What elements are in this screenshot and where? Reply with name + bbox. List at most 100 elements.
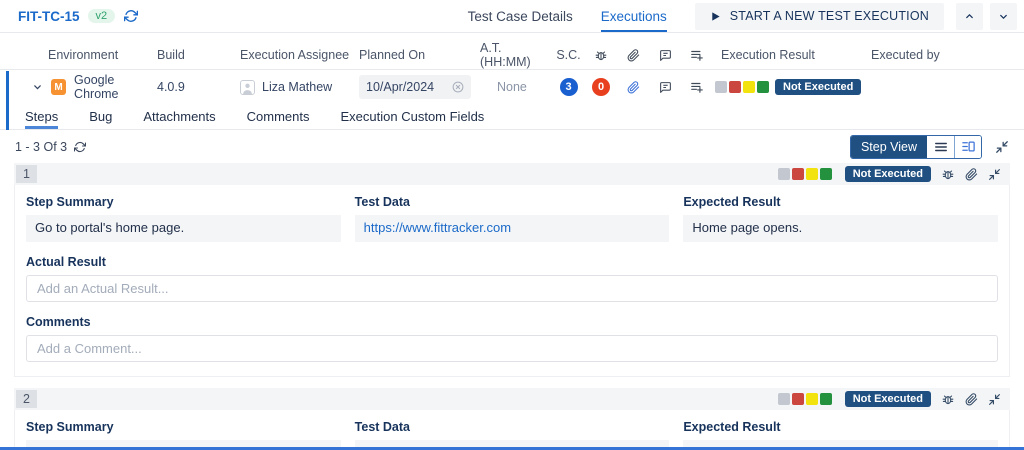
cell-assignee[interactable]: Liza Mathew	[240, 79, 359, 95]
tab-executions[interactable]: Executions	[601, 0, 667, 32]
step-1-header[interactable]: 1 Not Executed	[14, 163, 1010, 185]
step-1-status-badge: Not Executed	[844, 166, 931, 182]
step-bug-icon[interactable]	[941, 167, 955, 181]
column-step-count: S.C.	[556, 48, 581, 62]
status-color-squares	[715, 81, 769, 93]
step-collapse-icon[interactable]	[988, 393, 1001, 406]
tab-steps[interactable]: Steps	[25, 104, 58, 129]
steps-list: 1 Not Executed Step Summary Go to portal…	[0, 163, 1024, 450]
top-bar: FIT-TC-15 v2 Test Case Details Execution…	[0, 0, 1024, 33]
field-expected-result: Expected Result Valid Username!	[683, 420, 998, 450]
step-count-badge: 3	[559, 78, 578, 96]
status-square-fail[interactable]	[791, 168, 804, 180]
comment-input[interactable]	[26, 335, 998, 362]
tab-attachments[interactable]: Attachments	[143, 104, 215, 129]
status-square-pass[interactable]	[819, 393, 832, 405]
defect-count-badge: 0	[592, 78, 610, 96]
field-test-data: Test Data Usernamae: Sample_user	[354, 420, 670, 450]
status-square-wip[interactable]	[805, 168, 818, 180]
tab-test-case-details[interactable]: Test Case Details	[468, 0, 573, 32]
step-view-toggle: Step View	[849, 134, 982, 159]
step-bug-icon[interactable]	[941, 392, 955, 406]
row-attachment-icon[interactable]	[617, 80, 649, 94]
start-new-test-execution-button[interactable]: START A NEW TEST EXECUTION	[694, 2, 944, 30]
column-build: Build	[157, 48, 185, 62]
expected-result-value[interactable]: Home page opens.	[683, 215, 998, 242]
steps-refresh-icon[interactable]	[74, 141, 87, 153]
start-button-label: START A NEW TEST EXECUTION	[729, 9, 929, 23]
execution-result-badge: Not Executed	[775, 79, 862, 95]
collapse-all-icon[interactable]	[995, 140, 1009, 154]
cell-execution-result[interactable]: Not Executed	[713, 79, 863, 95]
step-attachment-icon[interactable]	[965, 392, 978, 406]
step-status-color-squares	[777, 393, 832, 405]
column-comment-icon	[649, 49, 681, 62]
test-data-label: Test Data	[354, 420, 410, 434]
cell-actual-time[interactable]: None	[480, 80, 552, 94]
step-attachment-icon[interactable]	[965, 167, 978, 181]
status-square-unexecuted[interactable]	[777, 168, 790, 180]
cell-environment: M Google Chrome	[48, 73, 157, 101]
step-view-label: Step View	[850, 135, 927, 158]
collapse-down-button[interactable]	[990, 2, 1017, 30]
step-summary-value[interactable]: Go to portal's home page.	[26, 215, 341, 242]
actual-result-label: Actual Result	[26, 255, 106, 269]
row-comment-icon[interactable]	[649, 81, 681, 94]
status-square-fail[interactable]	[791, 393, 804, 405]
tab-execution-custom-fields[interactable]: Execution Custom Fields	[341, 104, 485, 129]
split-view-button[interactable]	[954, 135, 981, 158]
status-square-pass	[757, 81, 769, 93]
expected-result-label: Expected Result	[683, 420, 781, 434]
test-case-id: FIT-TC-15	[18, 8, 80, 24]
version-badge: v2	[87, 9, 116, 23]
step-2-fields: Step Summary Enter the correct username.…	[26, 420, 998, 450]
status-square-unexecuted[interactable]	[777, 393, 790, 405]
person-icon	[240, 79, 255, 95]
step-1-body: Step Summary Go to portal's home page. T…	[14, 185, 1010, 377]
expected-result-label: Expected Result	[683, 195, 781, 209]
column-add-step-icon	[681, 48, 713, 62]
environment-avatar: M	[51, 79, 67, 95]
step-1-fields: Step Summary Go to portal's home page. T…	[26, 195, 998, 242]
column-planned-on: Planned On	[359, 48, 426, 62]
test-data-value[interactable]: https://www.fittracker.com	[354, 215, 670, 242]
clear-date-icon[interactable]	[452, 81, 464, 93]
status-square-fail	[729, 81, 741, 93]
step-collapse-icon[interactable]	[988, 168, 1001, 181]
list-view-button[interactable]	[927, 135, 954, 158]
step-card-2: 2 Not Executed Step Summary Test Data Ex…	[14, 388, 1010, 450]
column-environment: Environment	[48, 48, 119, 62]
column-execution-result: Execution Result	[721, 48, 815, 62]
step-card-1: 1 Not Executed Step Summary Go to portal…	[14, 163, 1010, 377]
expanded-row-accent	[6, 71, 9, 130]
collapse-up-button[interactable]	[956, 2, 983, 30]
step-2-status-badge: Not Executed	[844, 391, 931, 407]
cell-step-count: 3	[552, 78, 585, 96]
step-1-number: 1	[16, 165, 37, 183]
refresh-icon[interactable]	[124, 9, 139, 23]
execution-sub-tabs: Steps Bug Attachments Comments Execution…	[0, 104, 1024, 130]
column-execution-assignee: Execution Assignee	[240, 48, 350, 62]
status-square-pass[interactable]	[819, 168, 832, 180]
field-expected-result: Expected Result Home page opens.	[683, 195, 998, 242]
test-data-label: Test Data	[354, 195, 410, 209]
status-square-unexecuted	[715, 81, 727, 93]
field-step-summary: Step Summary Enter the correct username.	[26, 420, 341, 450]
execution-row[interactable]: M Google Chrome 4.0.9 Liza Mathew 10/Apr…	[0, 70, 1024, 104]
tab-comments[interactable]: Comments	[247, 104, 310, 129]
column-executed-by: Executed by	[871, 48, 940, 62]
status-square-wip[interactable]	[805, 393, 818, 405]
step-2-header-right: Not Executed	[777, 391, 1001, 407]
execution-table-header: Environment Build Execution Assignee Pla…	[0, 33, 1024, 70]
step-2-header[interactable]: 2 Not Executed	[14, 388, 1010, 410]
planned-on-date-field[interactable]: 10/Apr/2024	[359, 75, 471, 99]
steps-toolbar: 1 - 3 Of 3 Step View	[0, 130, 1024, 163]
actual-result-input[interactable]	[26, 275, 998, 302]
top-tab-bar: Test Case Details Executions	[468, 0, 695, 32]
row-add-step-icon[interactable]	[681, 80, 713, 94]
tab-bug[interactable]: Bug	[89, 104, 112, 129]
field-step-summary: Step Summary Go to portal's home page.	[26, 195, 341, 242]
column-bug-icon	[585, 48, 617, 62]
comments-label: Comments	[26, 315, 91, 329]
step-summary-label: Step Summary	[26, 420, 114, 434]
